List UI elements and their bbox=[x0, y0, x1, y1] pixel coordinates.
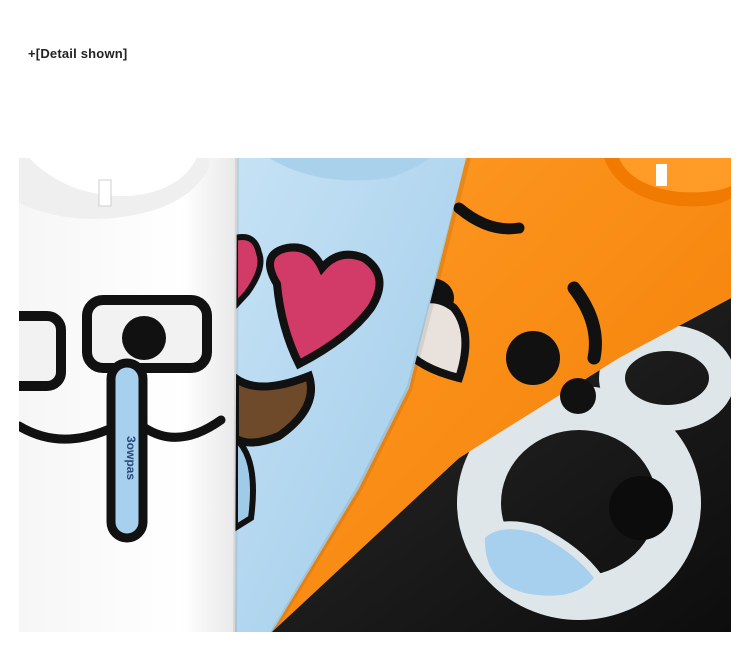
detail-caption: +[Detail shown] bbox=[28, 46, 128, 61]
white-shirt: 3owpas bbox=[19, 158, 237, 632]
white-shirt-tag bbox=[98, 179, 112, 207]
white-shirt-print-text: 3owpas bbox=[124, 436, 138, 480]
orange-shirt-tag bbox=[656, 164, 667, 186]
product-detail-photo: 3owpas bbox=[19, 158, 731, 632]
